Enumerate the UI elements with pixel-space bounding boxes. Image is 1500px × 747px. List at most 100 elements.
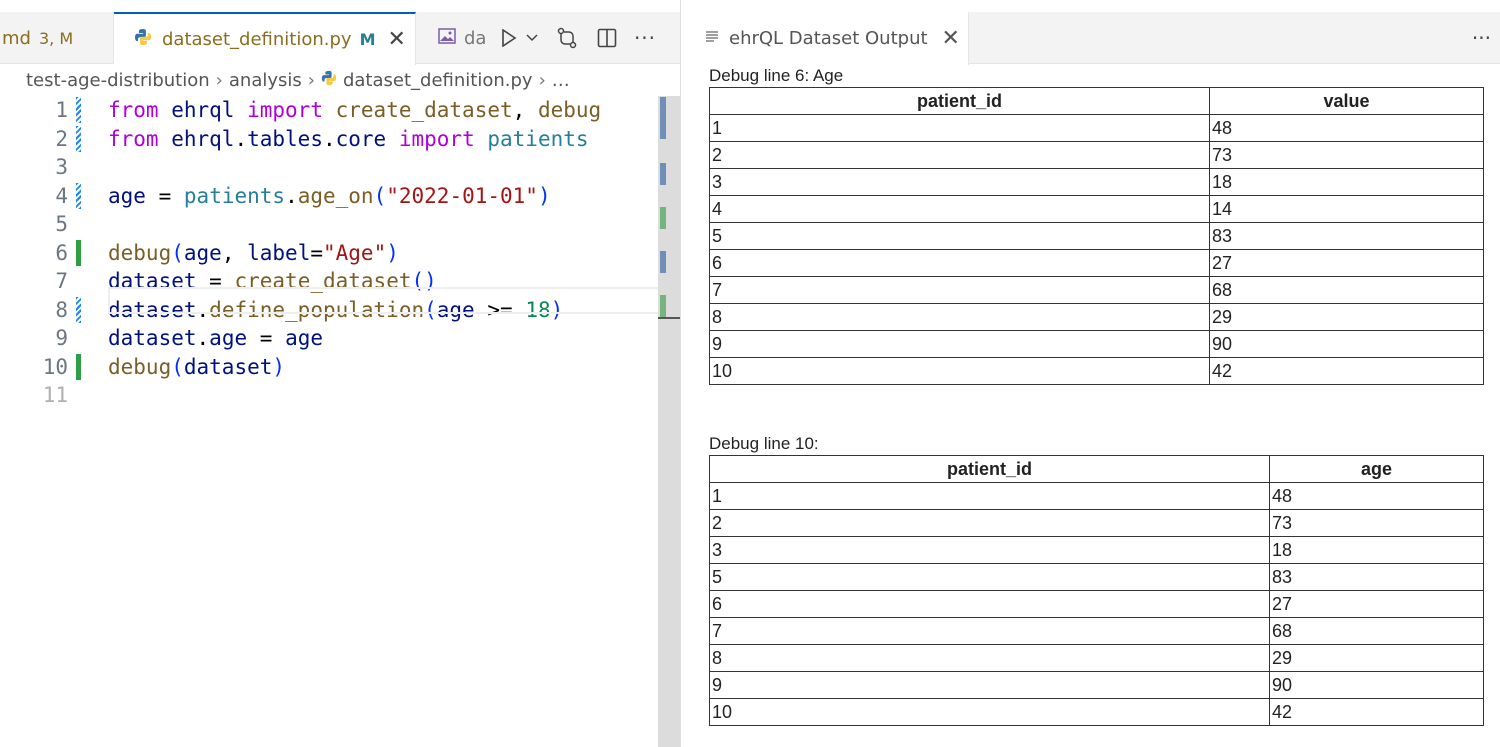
table-row: 3 18 xyxy=(709,168,1484,196)
breadcrumb-item[interactable]: test-age-distribution xyxy=(26,70,210,91)
code-line[interactable]: 3 xyxy=(0,153,660,182)
table-row: 7 68 xyxy=(709,617,1484,645)
table-cell: 14 xyxy=(1209,195,1484,223)
tab-image-preview[interactable]: da xyxy=(436,12,496,64)
table-row: 1 48 xyxy=(709,482,1484,510)
gutter-modified-marker[interactable] xyxy=(76,125,81,152)
code-line[interactable]: 6 debug(age, label="Age") xyxy=(0,239,660,268)
minimap-change-marker xyxy=(660,163,666,185)
table-row: 3 18 xyxy=(709,536,1484,564)
table-row: 8 29 xyxy=(709,644,1484,672)
minimap-change-marker xyxy=(660,251,666,273)
gutter-added-marker[interactable] xyxy=(76,239,81,266)
run-icon[interactable] xyxy=(496,12,522,64)
code-text: age = patients.age_on("2022-01-01") xyxy=(108,183,551,208)
table-cell: 68 xyxy=(1269,617,1484,645)
table-cell: 48 xyxy=(1269,482,1484,510)
table-cell: 90 xyxy=(1209,330,1484,358)
chevron-right-icon: › xyxy=(307,69,315,91)
table-cell: 18 xyxy=(1269,536,1484,564)
gutter-modified-marker[interactable] xyxy=(76,296,81,323)
line-number: 6 xyxy=(55,240,68,265)
minimap-change-marker xyxy=(660,97,666,139)
code-line[interactable]: 10 debug(dataset) xyxy=(0,353,660,382)
tab-label: ehrQL Dataset Output xyxy=(729,28,928,49)
table-cell: 1 xyxy=(709,114,1210,142)
table-cell: 2 xyxy=(709,509,1270,537)
output-lines-icon xyxy=(705,28,719,49)
table-row: 9 90 xyxy=(709,330,1484,358)
code-line[interactable]: 2 from ehrql.tables.core import patients xyxy=(0,125,660,154)
table-row: 8 29 xyxy=(709,303,1484,331)
table-cell: 73 xyxy=(1269,509,1484,537)
gutter-modified-marker[interactable] xyxy=(76,182,81,209)
table-row: 10 42 xyxy=(709,698,1484,726)
split-editor-icon[interactable] xyxy=(592,12,622,64)
code-editor[interactable]: 1 from ehrql import create_dataset, debu… xyxy=(0,96,680,747)
table-row: 10 42 xyxy=(709,357,1484,385)
line-number: 9 xyxy=(55,326,68,351)
table-header-row: patient_id value xyxy=(709,87,1484,115)
table-cell: 42 xyxy=(1269,698,1484,726)
code-line[interactable]: 11 xyxy=(0,381,660,410)
close-icon[interactable]: ✕ xyxy=(388,27,406,52)
breadcrumb-item[interactable]: dataset_definition.py xyxy=(343,70,533,91)
code-line[interactable]: 4 age = patients.age_on("2022-01-01") xyxy=(0,182,660,211)
table-cell: 6 xyxy=(709,249,1210,277)
current-line-highlight xyxy=(108,287,678,314)
chevron-down-icon[interactable] xyxy=(522,12,542,64)
tab-label: da xyxy=(464,27,487,49)
gutter-added-marker[interactable] xyxy=(76,353,81,380)
table-cell: 7 xyxy=(709,276,1210,304)
tab-md-file[interactable]: md 3, M xyxy=(0,12,114,64)
python-file-icon xyxy=(134,28,152,51)
table-cell: 10 xyxy=(709,357,1210,385)
code-line[interactable]: 9 dataset.age = age xyxy=(0,324,660,353)
breadcrumb-item[interactable]: analysis xyxy=(229,70,302,91)
code-text: dataset.age = age xyxy=(108,326,324,351)
code-text: debug(age, label="Age") xyxy=(108,240,399,265)
table-cell: 9 xyxy=(709,330,1210,358)
table-cell: 3 xyxy=(709,536,1270,564)
code-line[interactable]: 5 xyxy=(0,210,660,239)
more-actions-icon[interactable]: ··· xyxy=(1472,12,1491,64)
chevron-right-icon: › xyxy=(538,69,546,91)
line-number: 4 xyxy=(55,183,68,208)
table-cell: 27 xyxy=(1209,249,1484,277)
column-header: value xyxy=(1209,87,1484,115)
debug-block: Debug line 10: patient_id age 1 48 2 73 31… xyxy=(709,432,1484,726)
breadcrumb-item[interactable]: … xyxy=(552,70,570,91)
tab-label: md xyxy=(2,27,31,49)
table-row: 7 68 xyxy=(709,276,1484,304)
line-number: 1 xyxy=(55,98,68,123)
table-cell: 8 xyxy=(709,303,1210,331)
code-line[interactable]: 1 from ehrql import create_dataset, debu… xyxy=(0,96,660,125)
gutter-modified-marker[interactable] xyxy=(76,97,81,124)
chevron-right-icon: › xyxy=(215,69,223,91)
tab-ehrql-output[interactable]: ehrQL Dataset Output ✕ xyxy=(681,12,969,65)
table-cell: 27 xyxy=(1269,590,1484,618)
table-cell: 68 xyxy=(1209,276,1484,304)
editor-scrollbar[interactable] xyxy=(658,96,680,747)
table-cell: 5 xyxy=(709,222,1210,250)
table-cell: 8 xyxy=(709,644,1270,672)
editor-group-left: md 3, M dataset_definition.py M ✕ da ···… xyxy=(0,0,680,747)
table-row: 6 27 xyxy=(709,590,1484,618)
image-preview-icon xyxy=(438,27,456,49)
debug-title: Debug line 10: xyxy=(709,434,819,453)
tab-dataset-definition[interactable]: dataset_definition.py M ✕ xyxy=(114,12,416,65)
editor-group-right: ehrQL Dataset Output ✕ ··· Debug line 6:… xyxy=(680,0,1500,747)
more-actions-icon[interactable]: ··· xyxy=(630,12,660,64)
table-row: 5 83 xyxy=(709,563,1484,591)
tab-problem-badge: 3, M xyxy=(38,28,74,48)
line-number: 5 xyxy=(55,212,68,237)
editor-tab-bar: md 3, M dataset_definition.py M ✕ da ··· xyxy=(0,12,680,65)
scrollbar-thumb-edge xyxy=(658,317,680,319)
minimap-change-marker xyxy=(660,295,666,317)
table-cell: 9 xyxy=(709,671,1270,699)
debug-table: patient_id value 1 48 2 73 3 18 4 14 5 83 6 27… xyxy=(709,87,1484,385)
line-number: 3 xyxy=(55,155,68,180)
compare-changes-icon[interactable] xyxy=(552,12,582,64)
table-cell: 10 xyxy=(709,698,1270,726)
close-icon[interactable]: ✕ xyxy=(942,26,960,51)
